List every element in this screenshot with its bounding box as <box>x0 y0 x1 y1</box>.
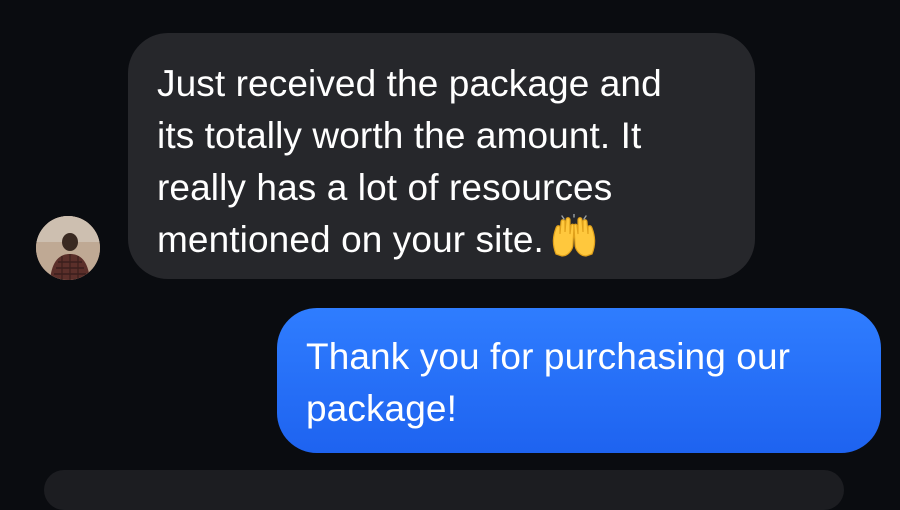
incoming-message-line: its totally worth the amount. It <box>157 115 642 156</box>
incoming-message-line: Just received the package and <box>157 63 662 104</box>
outgoing-message-line: package! <box>306 388 457 429</box>
incoming-message-line: really has a lot of resources <box>157 167 613 208</box>
incoming-message-last-line: mentioned on your site. <box>157 213 727 272</box>
user-photo-icon <box>36 216 100 280</box>
outgoing-message-bubble[interactable]: Thank you for purchasing our package! <box>277 308 881 453</box>
incoming-message-line: mentioned on your site. <box>157 219 544 260</box>
incoming-message-bubble[interactable]: Just received the package and its totall… <box>128 33 755 279</box>
outgoing-message-line: Thank you for purchasing our <box>306 336 791 377</box>
raising-hands-emoji-icon <box>550 213 598 272</box>
next-message-bubble-partial <box>44 470 844 510</box>
contact-avatar[interactable] <box>36 216 100 280</box>
